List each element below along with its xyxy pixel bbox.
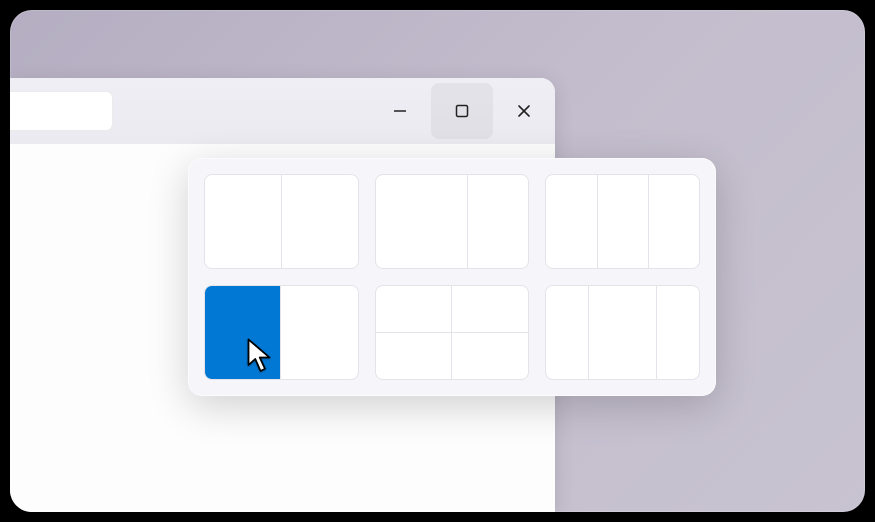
snap-layouts-flyout <box>188 158 716 396</box>
snap-zone[interactable] <box>598 175 649 268</box>
snap-layout-narrow-wide-narrow[interactable] <box>545 285 700 380</box>
close-icon <box>516 103 532 119</box>
snap-zone-selected[interactable] <box>205 286 281 379</box>
snap-zone[interactable] <box>546 175 597 268</box>
caption-control-group <box>369 78 555 144</box>
snap-layout-two-thirds[interactable] <box>375 174 530 269</box>
snap-zone[interactable] <box>376 286 452 333</box>
snap-zone[interactable] <box>468 175 529 268</box>
snap-zone[interactable] <box>546 286 589 379</box>
desktop-background <box>10 10 865 512</box>
maximize-button[interactable] <box>431 83 493 139</box>
snap-zone[interactable] <box>376 333 452 380</box>
snap-layout-half-half[interactable] <box>204 174 359 269</box>
snap-zone[interactable] <box>589 286 657 379</box>
snap-layout-thirds[interactable] <box>545 174 700 269</box>
snap-zone[interactable] <box>205 175 282 268</box>
snap-zone[interactable] <box>281 286 357 333</box>
maximize-icon <box>454 103 470 119</box>
snap-zone[interactable] <box>282 175 358 268</box>
snap-zone[interactable] <box>452 286 528 333</box>
snap-zone[interactable] <box>281 333 357 380</box>
minimize-button[interactable] <box>369 83 431 139</box>
snap-layout-quadrants[interactable] <box>375 285 530 380</box>
snap-zone[interactable] <box>649 175 699 268</box>
window-titlebar[interactable] <box>10 78 555 144</box>
address-bar-input[interactable] <box>10 91 113 131</box>
snap-zone[interactable] <box>452 333 528 380</box>
close-button[interactable] <box>493 83 555 139</box>
minimize-icon <box>392 103 408 119</box>
snap-layout-left-half-right-stack[interactable] <box>204 285 359 380</box>
snap-zone[interactable] <box>657 286 699 379</box>
snap-zone[interactable] <box>376 175 468 268</box>
